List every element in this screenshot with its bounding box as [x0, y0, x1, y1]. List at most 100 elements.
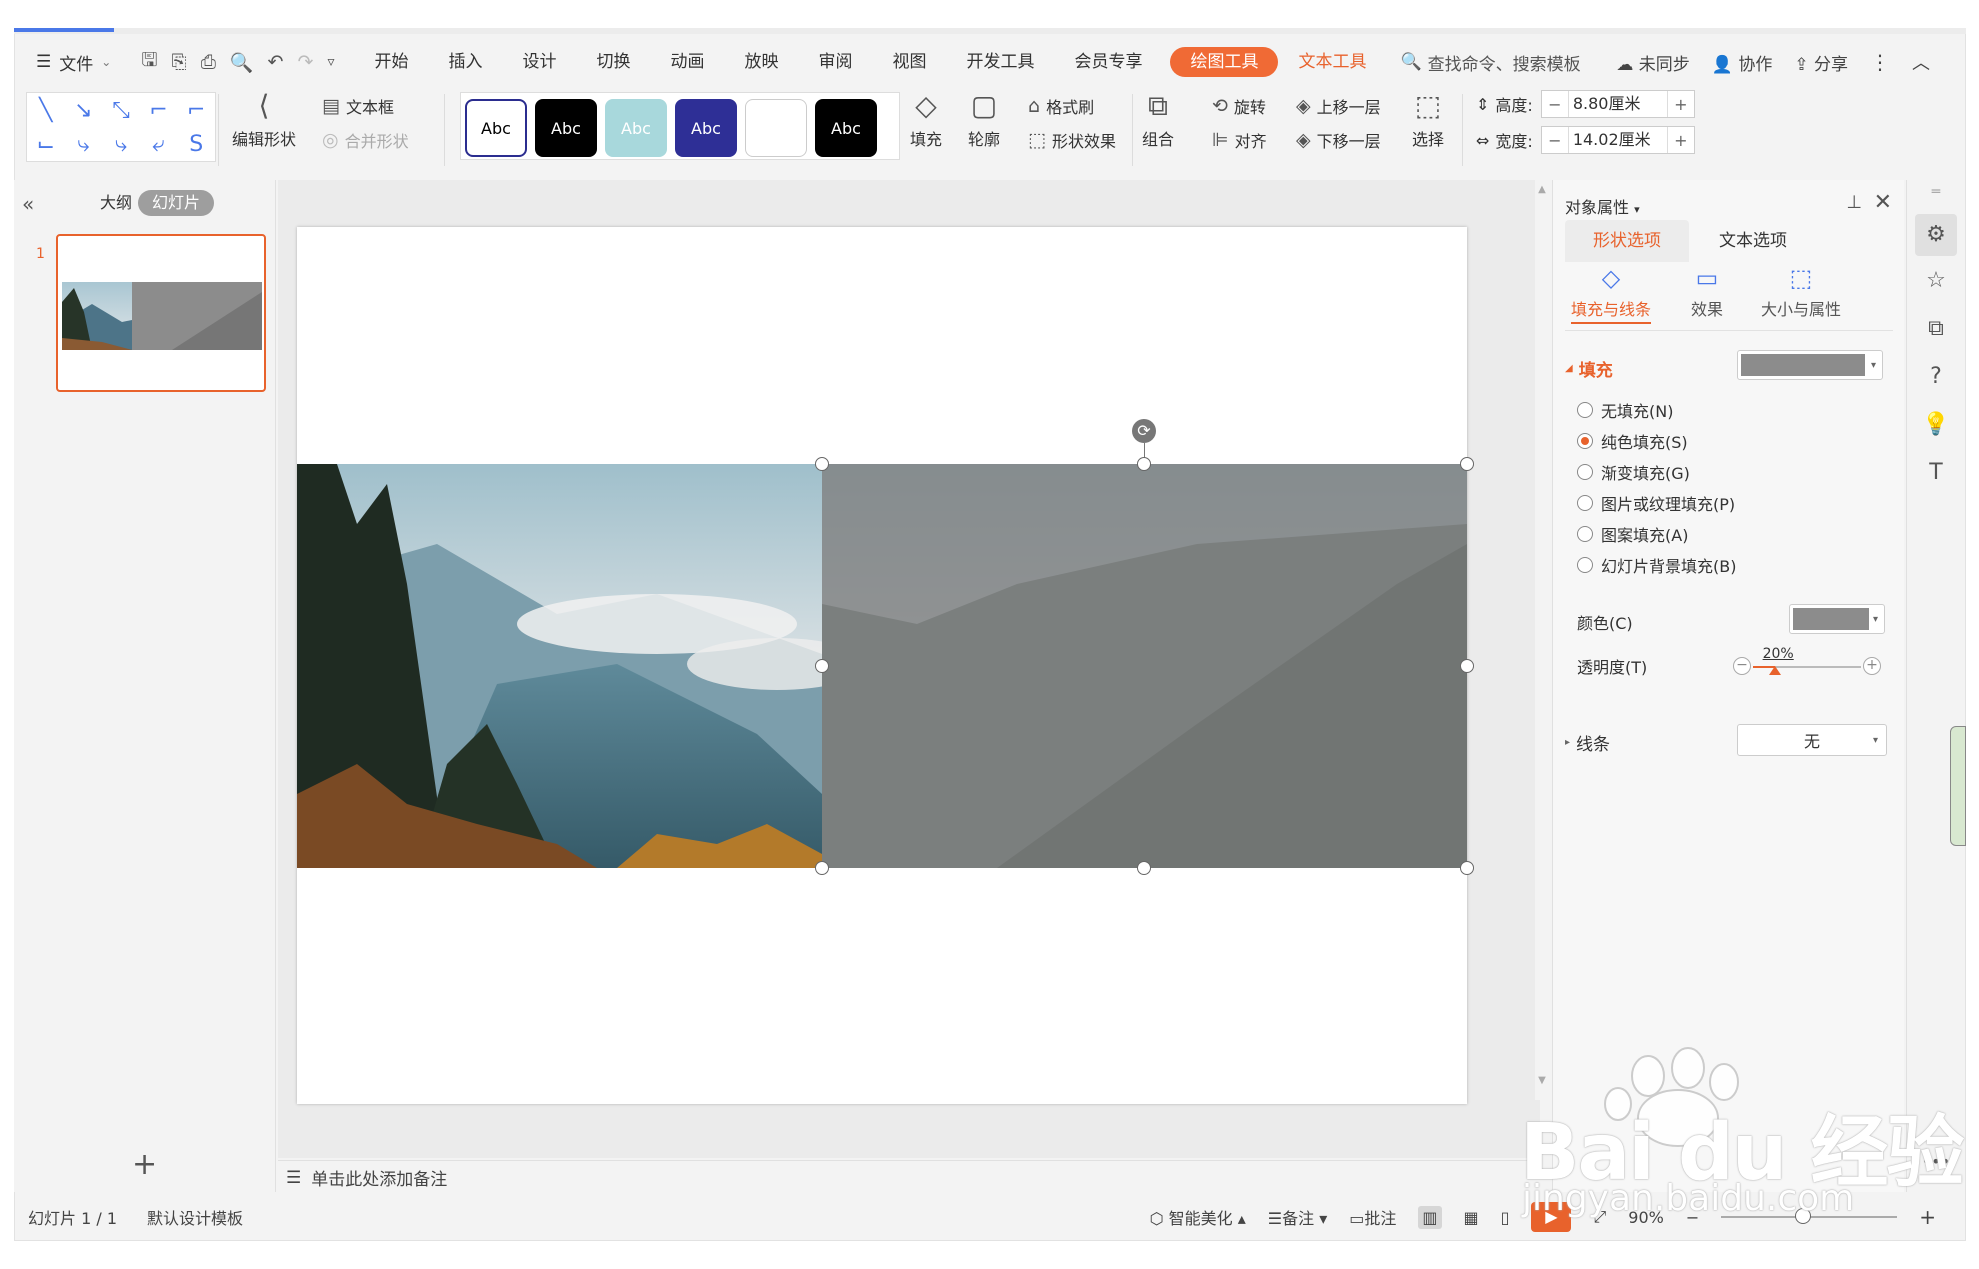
command-search[interactable]: 🔍 查找命令、搜索模板: [1400, 50, 1580, 75]
collapse-panel-icon[interactable]: «: [22, 192, 34, 216]
line-arrow-icon[interactable]: ╲: [39, 98, 52, 123]
elbow-arrow-icon[interactable]: ⌐: [187, 98, 205, 123]
subtab-size-properties[interactable]: ⬚ 大小与属性: [1761, 264, 1841, 320]
group-button[interactable]: ⧉ 组合: [1142, 90, 1174, 150]
gray-rectangle-shape[interactable]: [822, 464, 1467, 868]
bring-forward-button[interactable]: ◈ 上移一层: [1296, 94, 1381, 118]
save-icon[interactable]: 🖫: [141, 46, 157, 78]
pin-icon[interactable]: ⊥: [1846, 192, 1862, 213]
side-handle[interactable]: [1950, 726, 1966, 846]
cloud-save-icon[interactable]: ⎘: [172, 51, 187, 73]
width-input[interactable]: 14.02厘米: [1567, 127, 1668, 153]
style-sample[interactable]: Abc: [675, 99, 737, 157]
tab-view[interactable]: 视图: [872, 47, 946, 77]
slide-thumbnail[interactable]: [56, 234, 266, 392]
resize-handle-bottom-left[interactable]: [815, 861, 829, 875]
tab-drawing-tools[interactable]: 绘图工具: [1170, 47, 1279, 77]
style-sample[interactable]: Abc: [535, 99, 597, 157]
shape-effect-button[interactable]: ⬚ 形状效果: [1028, 128, 1116, 152]
tab-developer[interactable]: 开发工具: [946, 47, 1054, 77]
notes-toggle-button[interactable]: ☰备注 ▾: [1268, 1205, 1327, 1229]
properties-icon[interactable]: ⚙: [1915, 214, 1957, 256]
elbow-connector-icon[interactable]: ⌐: [149, 98, 167, 123]
tab-home[interactable]: 开始: [354, 47, 428, 77]
collapse-ribbon-icon[interactable]: ︿: [1912, 49, 1930, 75]
curved-arrow-icon[interactable]: ⤷: [115, 132, 127, 157]
edit-shape-button[interactable]: ⟨ 编辑形状: [232, 90, 296, 150]
tab-slides[interactable]: 幻灯片: [138, 190, 215, 216]
slide[interactable]: ⟳: [297, 227, 1474, 1104]
template-name[interactable]: 默认设计模板: [147, 1205, 243, 1229]
zoom-in-icon[interactable]: +: [1919, 1205, 1936, 1229]
print-icon[interactable]: ⎙: [201, 51, 216, 73]
rotate-handle-icon[interactable]: ⟳: [1132, 419, 1156, 443]
style-sample[interactable]: Abc: [465, 99, 527, 157]
align-button[interactable]: ⊫ 对齐: [1212, 128, 1267, 152]
radio-gradient-fill[interactable]: 渐变填充(G): [1577, 460, 1690, 484]
resize-handle-right[interactable]: [1460, 659, 1474, 673]
resize-handle-top-right[interactable]: [1460, 457, 1474, 471]
reading-view-icon[interactable]: ▯: [1501, 1208, 1510, 1227]
collab-button[interactable]: 👤 协作: [1712, 50, 1773, 75]
undo-icon[interactable]: ↶: [268, 51, 284, 73]
width-increase-button[interactable]: +: [1668, 131, 1694, 150]
resize-handle-top-left[interactable]: [815, 457, 829, 471]
resize-handle-bottom[interactable]: [1137, 861, 1151, 875]
color-dropdown[interactable]: ▾: [1789, 604, 1885, 634]
radio-pattern-fill[interactable]: 图案填充(A): [1577, 522, 1688, 546]
height-input[interactable]: 8.80厘米: [1567, 91, 1668, 117]
text-icon[interactable]: T: [1907, 460, 1965, 485]
customize-icon[interactable]: ▿: [327, 54, 334, 70]
normal-view-icon[interactable]: ▥: [1418, 1205, 1442, 1229]
lightbulb-icon[interactable]: 💡: [1907, 412, 1965, 437]
sorter-view-icon[interactable]: ▦: [1464, 1208, 1479, 1227]
more-icon[interactable]: ⋮: [1870, 50, 1890, 74]
rotate-button[interactable]: ⟲ 旋转: [1212, 94, 1266, 118]
file-menu-button[interactable]: ☰ 文件 ⌄: [36, 50, 111, 75]
tab-outline[interactable]: 大纲: [86, 190, 146, 216]
share-button[interactable]: ⇪ 分享: [1794, 50, 1848, 75]
sync-button[interactable]: ☁ 未同步: [1616, 50, 1689, 75]
slider-thumb[interactable]: [1768, 666, 1781, 675]
resize-handle-top[interactable]: [1137, 457, 1151, 471]
merge-shape-button[interactable]: ◎ 合并形状: [322, 128, 409, 152]
fill-color-dropdown[interactable]: ▾: [1737, 350, 1883, 380]
style-sample[interactable]: Abc: [605, 99, 667, 157]
radio-background-fill[interactable]: 幻灯片背景填充(B): [1577, 553, 1736, 577]
format-painter-button[interactable]: ⌂ 格式刷: [1028, 94, 1094, 118]
help-icon[interactable]: ?: [1907, 364, 1965, 389]
comments-button[interactable]: ▭批注: [1349, 1205, 1396, 1229]
line-double-arrow-icon[interactable]: ⤡: [112, 98, 130, 123]
radio-picture-fill[interactable]: 图片或纹理填充(P): [1577, 491, 1735, 515]
subtab-fill-line[interactable]: ◇ 填充与线条: [1571, 264, 1652, 324]
tab-animation[interactable]: 动画: [650, 47, 724, 77]
star-icon[interactable]: ☆: [1907, 268, 1965, 293]
tab-insert[interactable]: 插入: [428, 47, 502, 77]
fill-section-header[interactable]: ◢ 填充: [1565, 356, 1613, 381]
transparency-slider[interactable]: − 20% +: [1733, 646, 1881, 680]
print-preview-icon[interactable]: 🔍: [230, 51, 254, 74]
select-button[interactable]: ⬚ 选择: [1412, 90, 1444, 150]
tab-text-tools[interactable]: 文本工具: [1278, 47, 1386, 77]
animation-icon[interactable]: ⧉: [1907, 316, 1965, 341]
curved-double-arrow-icon[interactable]: ⤶: [152, 132, 164, 157]
tab-design[interactable]: 设计: [502, 47, 576, 77]
canvas-scrollbar[interactable]: ▲ ▼: [1535, 180, 1549, 1100]
resize-handle-bottom-right[interactable]: [1460, 861, 1474, 875]
smart-beautify-button[interactable]: ⬡ 智能美化 ▴: [1150, 1205, 1246, 1229]
textbox-button[interactable]: ▤ 文本框: [322, 94, 394, 118]
height-decrease-button[interactable]: −: [1542, 95, 1568, 114]
tab-member[interactable]: 会员专享: [1054, 47, 1162, 77]
tab-transition[interactable]: 切换: [576, 47, 650, 77]
line-arrow-icon[interactable]: ↘: [74, 98, 92, 123]
line-section-header[interactable]: ▸ 线条: [1565, 730, 1610, 755]
height-increase-button[interactable]: +: [1668, 95, 1694, 114]
send-backward-button[interactable]: ◈ 下移一层: [1296, 128, 1381, 152]
decrease-icon[interactable]: −: [1733, 657, 1751, 675]
close-icon[interactable]: ✕: [1874, 190, 1892, 215]
redo-icon[interactable]: ↷: [298, 51, 314, 73]
tab-text-options[interactable]: 文本选项: [1689, 220, 1817, 262]
style-sample[interactable]: Abc: [815, 99, 877, 157]
elbow-connector-icon[interactable]: ⌙: [37, 132, 55, 157]
width-decrease-button[interactable]: −: [1542, 131, 1568, 150]
